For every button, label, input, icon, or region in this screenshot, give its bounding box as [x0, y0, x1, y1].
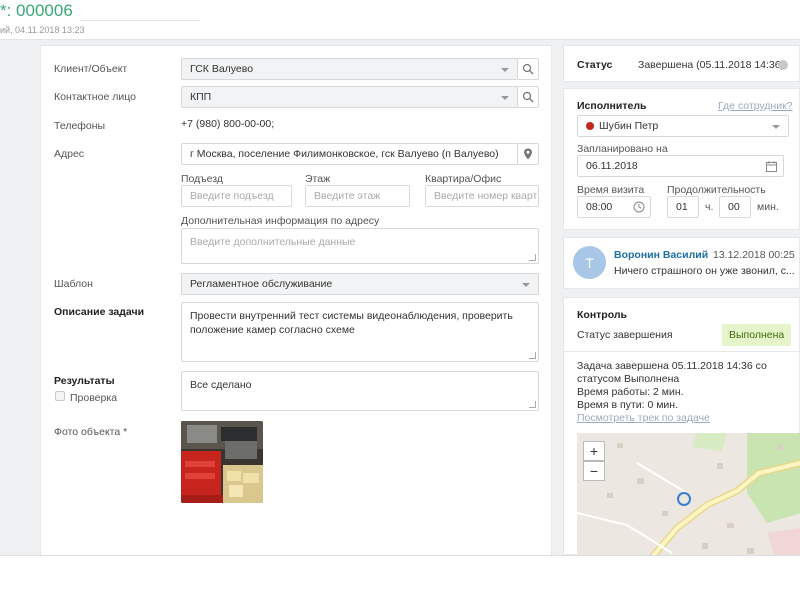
completion-info-line2: статусом Выполнена: [577, 373, 680, 385]
where-employee-link[interactable]: Где сотрудник?: [718, 100, 793, 112]
completion-status-badge: Выполнена: [722, 324, 792, 346]
title-underline: [80, 20, 200, 21]
executor-label: Исполнитель: [577, 100, 647, 112]
top-bar: *: 000006 ий, 04.11.2018 13:23: [0, 0, 800, 40]
task-subtitle: ий, 04.11.2018 13:23: [0, 25, 85, 35]
apartment-label: Квартира/Офис: [425, 173, 502, 185]
phones-value: +7 (980) 800-00-00;: [181, 118, 275, 130]
calendar-icon: [766, 161, 777, 172]
address-field[interactable]: г Москва, поселение Филимонковское, гск …: [181, 143, 518, 165]
address-label: Адрес: [54, 148, 85, 160]
search-icon: [522, 63, 534, 75]
control-title: Контроль: [577, 309, 627, 321]
status-indicator-icon: [778, 60, 788, 70]
travel-time: Время в пути: 0 мин.: [577, 399, 679, 411]
resize-handle-icon[interactable]: [529, 401, 536, 408]
planned-date-value: 06.11.2018: [586, 160, 638, 172]
template-value: Регламентное обслуживание: [190, 278, 333, 290]
task-title: *: 000006: [0, 1, 73, 20]
comment-text: Ничего страшного он уже звонил, с...: [614, 265, 795, 277]
map-pin-icon: [524, 148, 532, 160]
object-photo-thumbnail[interactable]: [181, 421, 263, 503]
check-label: Проверка: [70, 392, 118, 404]
comment-author: Воронин Василий: [614, 249, 709, 261]
description-textarea[interactable]: Провести внутренний тест системы видеона…: [181, 302, 539, 362]
object-photo-image: [181, 421, 263, 503]
executor-status-dot-icon: [586, 122, 594, 130]
minutes-unit: мин.: [757, 201, 779, 213]
entrance-input[interactable]: Введите подъезд: [181, 185, 292, 207]
search-icon: [522, 91, 534, 103]
resize-handle-icon[interactable]: [529, 254, 536, 261]
duration-label: Продолжительность: [667, 184, 766, 196]
apartment-input[interactable]: Введите номер кварт: [425, 185, 539, 207]
results-label: Результаты: [54, 375, 115, 387]
visit-time-label: Время визита: [577, 184, 645, 196]
client-select[interactable]: ГСК Валуево: [181, 58, 518, 80]
bottom-bar: [0, 555, 800, 600]
divider: [564, 351, 800, 352]
avatar: Т: [573, 246, 606, 279]
status-label: Статус: [577, 59, 613, 71]
executor-value: Шубин Петр: [599, 120, 659, 132]
work-time: Время работы: 2 мин.: [577, 386, 684, 398]
client-label: Клиент/Объект: [54, 63, 128, 75]
results-text: Все сделано: [190, 379, 252, 391]
address-map-button[interactable]: [517, 143, 539, 165]
client-search-button[interactable]: [517, 58, 539, 80]
executor-select[interactable]: Шубин Петр: [577, 115, 789, 137]
chevron-down-icon: [522, 283, 530, 287]
map-canvas: [577, 433, 800, 563]
check-checkbox[interactable]: [55, 391, 65, 401]
zoom-out-button[interactable]: −: [583, 461, 605, 481]
executor-panel: Исполнитель Где сотрудник? Шубин Петр За…: [563, 88, 800, 230]
status-panel: Статус Завершена (05.11.2018 14:36): [563, 45, 800, 82]
completion-info-line1: Задача завершена 05.11.2018 14:36 со: [577, 360, 767, 372]
planned-label: Запланировано на: [577, 143, 668, 155]
comment-date: 13.12.2018 00:25: [713, 249, 795, 261]
zoom-in-button[interactable]: +: [583, 441, 605, 461]
template-label: Шаблон: [54, 278, 93, 290]
visit-time-value: 08:00: [586, 201, 613, 213]
contact-label: Контактное лицо: [54, 91, 136, 103]
description-text: Провести внутренний тест системы видеона…: [190, 310, 513, 336]
duration-hours-input[interactable]: 01: [667, 196, 699, 218]
phones-label: Телефоны: [54, 120, 106, 132]
visit-time-input[interactable]: 08:00: [577, 196, 651, 218]
photo-label: Фото объекта *: [54, 426, 127, 438]
template-select[interactable]: Регламентное обслуживание: [181, 273, 539, 295]
status-value: Завершена (05.11.2018 14:36): [638, 59, 785, 71]
results-textarea[interactable]: Все сделано: [181, 371, 539, 411]
contact-search-button[interactable]: [517, 86, 539, 108]
planned-date-input[interactable]: 06.11.2018: [577, 155, 784, 177]
hours-unit: ч.: [705, 201, 714, 213]
control-panel: Контроль Статус завершения Выполнена Зад…: [563, 297, 800, 563]
resize-handle-icon[interactable]: [529, 352, 536, 359]
duration-minutes-input[interactable]: 00: [719, 196, 751, 218]
extra-info-placeholder: Введите дополнительные данные: [190, 236, 356, 248]
track-map[interactable]: + −: [577, 433, 800, 563]
comment-card[interactable]: Т Воронин Василий 13.12.2018 00:25 Ничег…: [563, 237, 800, 289]
view-track-link[interactable]: Посмотреть трек по задаче: [577, 412, 710, 424]
extra-info-label: Дополнительная информация по адресу: [181, 215, 380, 227]
required-asterisk: *: [123, 426, 128, 438]
task-form-panel: Клиент/Объект ГСК Валуево Контактное лиц…: [40, 45, 552, 560]
contact-value: КПП: [190, 91, 212, 103]
completion-status-label: Статус завершения: [577, 329, 673, 341]
floor-label: Этаж: [305, 173, 331, 185]
clock-icon: [633, 201, 645, 213]
photo-label-text: Фото объекта: [54, 426, 121, 438]
chevron-down-icon: [501, 96, 509, 100]
chevron-down-icon: [772, 125, 780, 129]
extra-info-textarea[interactable]: Введите дополнительные данные: [181, 228, 539, 264]
description-label: Описание задачи: [54, 306, 145, 318]
floor-input[interactable]: Введите этаж: [305, 185, 410, 207]
client-value: ГСК Валуево: [190, 63, 254, 75]
chevron-down-icon: [501, 68, 509, 72]
entrance-label: Подъезд: [181, 173, 223, 185]
contact-select[interactable]: КПП: [181, 86, 518, 108]
